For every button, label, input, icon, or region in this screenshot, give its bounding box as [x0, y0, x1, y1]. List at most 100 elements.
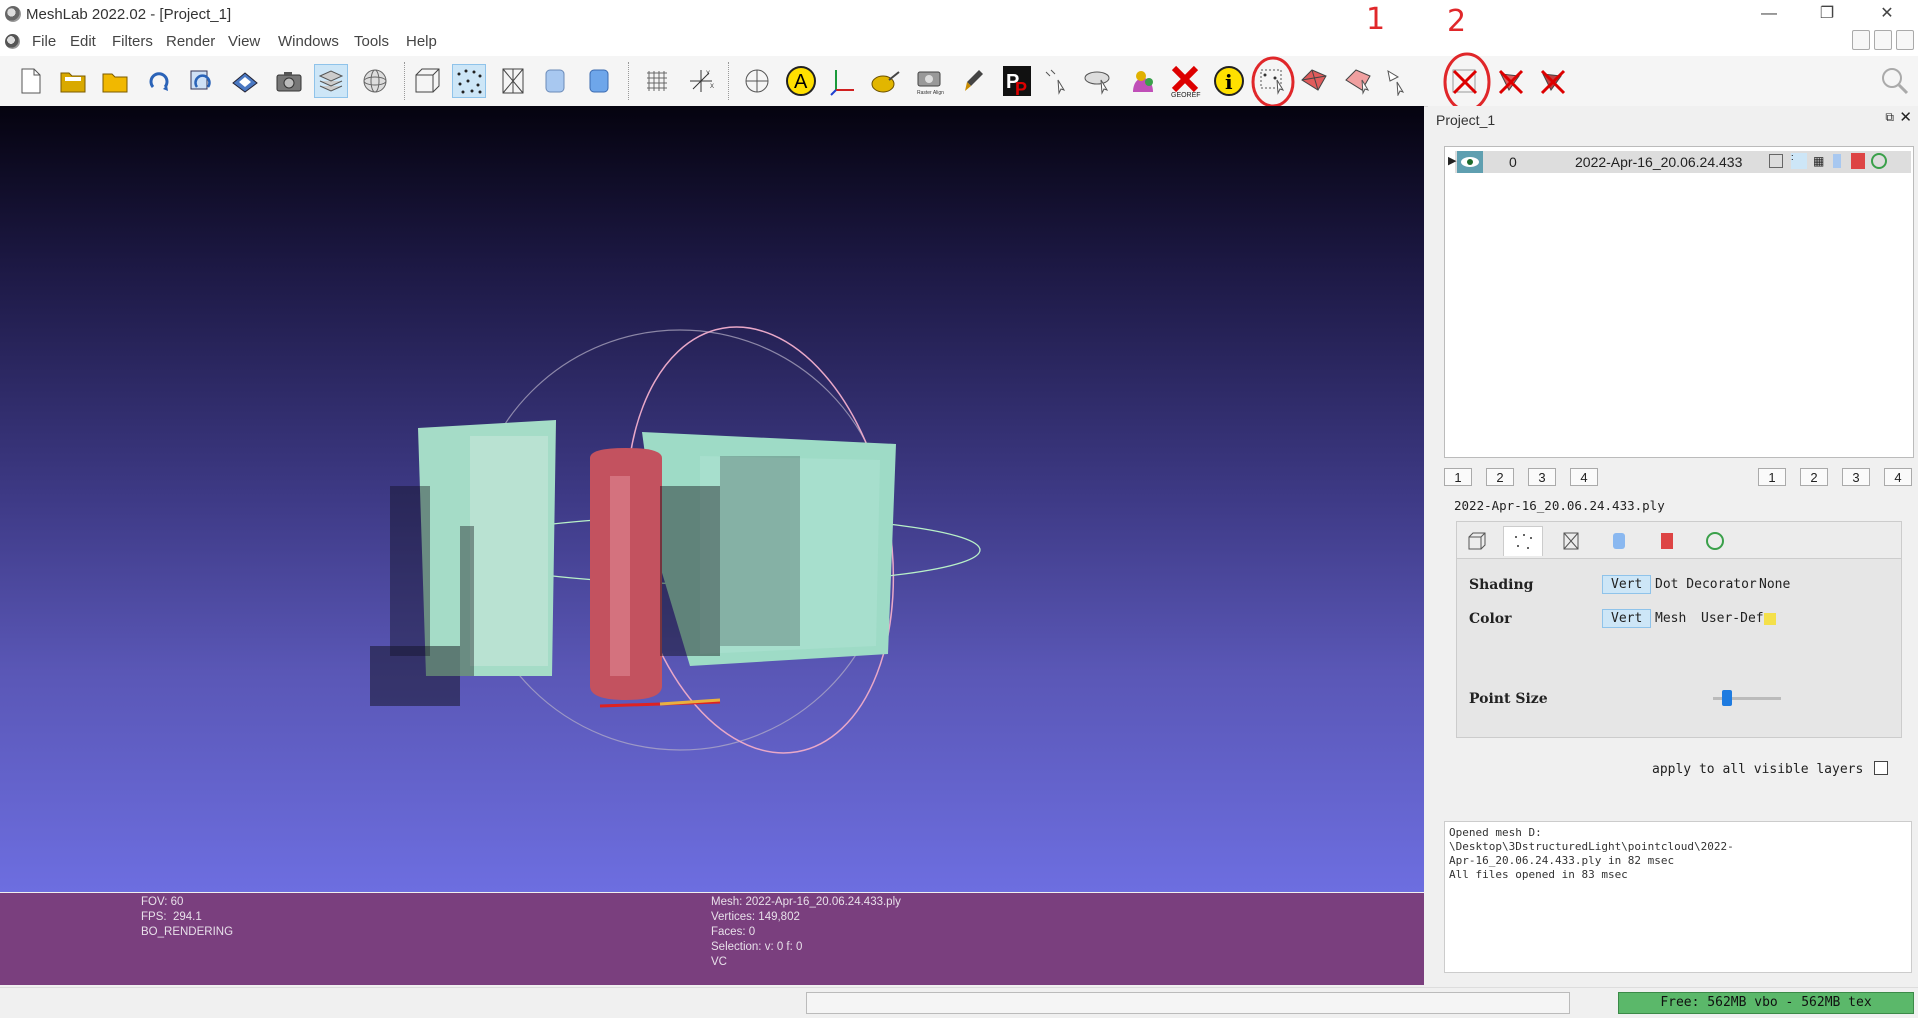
- flat-icon: [545, 69, 565, 93]
- tab-wireframe[interactable]: [1551, 526, 1591, 556]
- viewport-info-bar: FOV: 60 FPS: 294.1 BO_RENDERING Mesh: 20…: [0, 893, 1424, 985]
- view-right-4[interactable]: 4: [1884, 468, 1912, 486]
- snapshot-button[interactable]: [272, 64, 306, 98]
- label-button[interactable]: A: [784, 64, 818, 98]
- layer-wireframe-icon[interactable]: ▦: [1813, 154, 1824, 168]
- tab-solid[interactable]: [1599, 526, 1639, 556]
- tab-decorators[interactable]: [1695, 526, 1735, 556]
- view-left-4[interactable]: 4: [1570, 468, 1598, 486]
- pickpoints-icon: PP: [1003, 66, 1031, 98]
- layer-row[interactable]: ▶ 0 2022-Apr-16_20.06.24.433 ∶ ▦: [1448, 151, 1911, 173]
- points-button[interactable]: [452, 64, 486, 98]
- layer-index: 0: [1509, 154, 1517, 170]
- view-right-3[interactable]: 3: [1842, 468, 1870, 486]
- grid-icon: [647, 71, 667, 91]
- point-cloud-render: [370, 326, 981, 754]
- tab-points[interactable]: [1503, 526, 1543, 556]
- pickpoints-button[interactable]: PP: [1000, 64, 1034, 98]
- shading-vert-option[interactable]: Vert: [1602, 575, 1652, 594]
- texture-button[interactable]: [1126, 64, 1160, 98]
- new-project-button[interactable]: [14, 64, 48, 98]
- view-left-2[interactable]: 2: [1486, 468, 1514, 486]
- paint-button[interactable]: [956, 64, 990, 98]
- layer-bbox-icon[interactable]: [1769, 154, 1783, 168]
- raster-align-button[interactable]: Raster Align: [912, 64, 946, 98]
- points-icon: [457, 69, 482, 94]
- viewport-info-left: FOV: 60 FPS: 294.1 BO_RENDERING: [141, 896, 234, 938]
- wireframe-tab-icon: [1563, 532, 1579, 550]
- smooth-shading-button[interactable]: [582, 64, 616, 98]
- flat-shading-button[interactable]: [538, 64, 572, 98]
- menu-tools[interactable]: Tools: [354, 33, 389, 50]
- layer-decorator-icon[interactable]: [1871, 153, 1887, 169]
- shading-dot-decorator-option[interactable]: Dot Decorator: [1655, 577, 1757, 592]
- reload-all-button[interactable]: [184, 64, 218, 98]
- mdi-restore-button[interactable]: [1852, 30, 1870, 50]
- axis-icon: [830, 70, 854, 96]
- mdi-close-button[interactable]: [1896, 30, 1914, 50]
- restore-button[interactable]: ❐: [1804, 2, 1850, 26]
- export-mesh-button[interactable]: [228, 64, 262, 98]
- eye-visible-icon[interactable]: [1457, 151, 1483, 173]
- expand-arrow-icon[interactable]: ▶: [1448, 154, 1456, 167]
- menu-file[interactable]: File: [32, 33, 56, 50]
- minimize-button[interactable]: —: [1746, 2, 1792, 26]
- shading-none-option[interactable]: None: [1759, 577, 1790, 592]
- float-panel-button[interactable]: ⧉: [1885, 110, 1894, 125]
- menu-help[interactable]: Help: [406, 33, 437, 50]
- import-mesh-button[interactable]: [98, 64, 132, 98]
- menu-edit[interactable]: Edit: [70, 33, 96, 50]
- close-panel-button[interactable]: ✕: [1899, 108, 1912, 126]
- layer-flat-icon[interactable]: [1833, 154, 1841, 168]
- menu-windows[interactable]: Windows: [278, 33, 339, 50]
- menu-view[interactable]: View: [228, 33, 260, 50]
- grid-button[interactable]: [640, 64, 674, 98]
- sphere-button[interactable]: [740, 64, 774, 98]
- layers-button[interactable]: [314, 64, 348, 98]
- mdi-tile-button[interactable]: [1874, 30, 1892, 50]
- menu-render[interactable]: Render: [166, 33, 215, 50]
- close-window-button[interactable]: ✕: [1864, 2, 1910, 26]
- menu-filters[interactable]: Filters: [112, 33, 153, 50]
- render-properties: Shading Vert Dot Decorator None Color Ve…: [1457, 558, 1901, 737]
- point-size-label: Point Size: [1469, 691, 1548, 707]
- georef-button[interactable]: GEOREF: [1168, 64, 1202, 98]
- trackball-icon: [363, 69, 387, 93]
- view-right-1[interactable]: 1: [1758, 468, 1786, 486]
- paint-icon: [965, 70, 983, 91]
- trackball-button[interactable]: [358, 64, 392, 98]
- annotation-mark-1: 1: [1366, 2, 1386, 37]
- wireframe-icon: [502, 68, 524, 94]
- point-size-slider[interactable]: [1713, 690, 1781, 706]
- tab-texture[interactable]: [1647, 526, 1687, 556]
- select-pick-button[interactable]: [1082, 64, 1116, 98]
- reload-icon: [149, 72, 169, 91]
- color-vert-option[interactable]: Vert: [1602, 609, 1652, 628]
- export-mesh-icon: [232, 72, 258, 93]
- search-button[interactable]: [1878, 64, 1912, 98]
- user-color-swatch[interactable]: [1764, 613, 1776, 625]
- axis-button[interactable]: [826, 64, 860, 98]
- view-left-1[interactable]: 1: [1444, 468, 1472, 486]
- color-user-def-option[interactable]: User-Def: [1701, 611, 1764, 626]
- view-left-3[interactable]: 3: [1528, 468, 1556, 486]
- 3d-viewport[interactable]: [0, 106, 1424, 892]
- tab-bbox[interactable]: [1457, 526, 1497, 556]
- layer-points-icon[interactable]: ∶: [1791, 153, 1807, 169]
- axes-button[interactable]: YX: [684, 64, 718, 98]
- wireframe-button[interactable]: [496, 64, 530, 98]
- svg-text:P: P: [1015, 79, 1027, 98]
- open-project-button[interactable]: [56, 64, 90, 98]
- apply-all-checkbox[interactable]: [1874, 761, 1888, 775]
- reload-button[interactable]: [142, 64, 176, 98]
- measure-button[interactable]: [868, 64, 902, 98]
- delete-faces-vertices-icon: [1540, 69, 1566, 95]
- delete-faces-vertices-button[interactable]: [1536, 64, 1570, 98]
- bbox-button[interactable]: [410, 64, 444, 98]
- manipulator-button[interactable]: [1040, 64, 1074, 98]
- view-right-2[interactable]: 2: [1800, 468, 1828, 486]
- point-size-slider-thumb[interactable]: [1721, 690, 1732, 706]
- svg-text:Y: Y: [706, 71, 710, 77]
- layer-texture-icon[interactable]: [1851, 153, 1865, 169]
- color-mesh-option[interactable]: Mesh: [1655, 611, 1686, 626]
